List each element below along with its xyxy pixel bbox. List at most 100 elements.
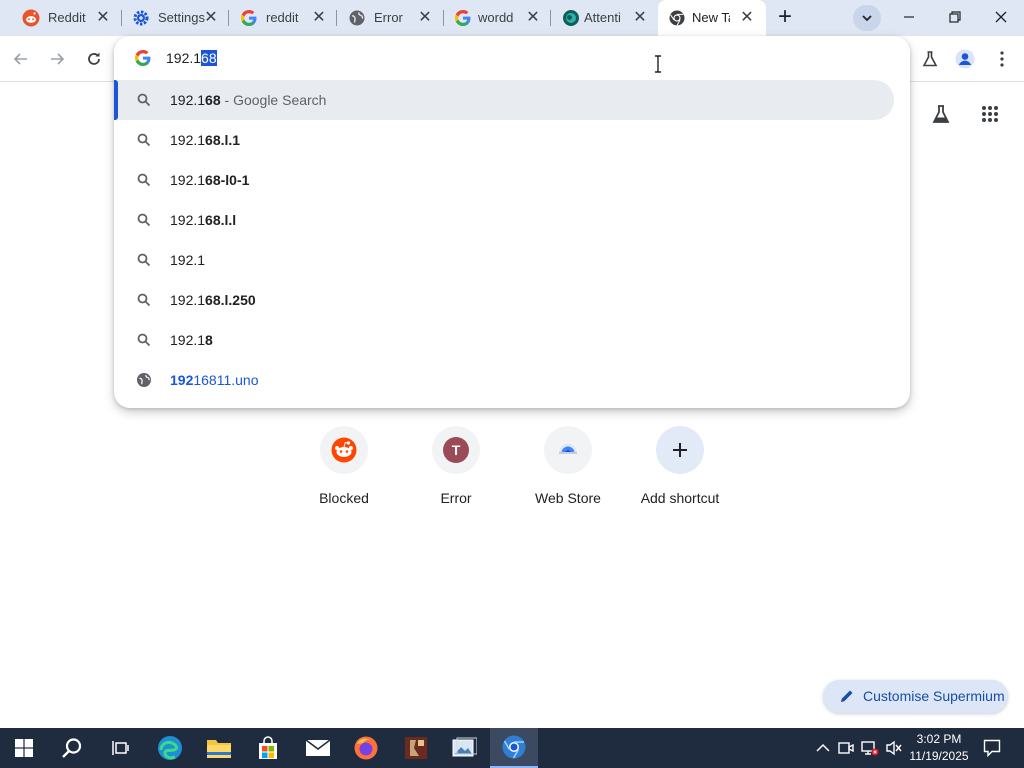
shortcut-error[interactable]: T Error (400, 426, 512, 516)
tray-meet-now[interactable] (836, 738, 856, 758)
start-button[interactable] (0, 728, 48, 768)
shortcut-icon-tile (320, 426, 368, 474)
suggestion-row[interactable]: 192.168 - Google Search (114, 80, 894, 120)
labs-button[interactable] (915, 44, 945, 74)
address-bar[interactable]: 192.168 (114, 36, 910, 80)
search-icon (62, 738, 82, 758)
notification-center-button[interactable] (982, 738, 1002, 758)
search-icon (137, 173, 151, 187)
taskbar-supermium[interactable] (490, 728, 538, 768)
tab-close-icon[interactable]: ✕ (738, 9, 756, 27)
attention-icon (563, 10, 579, 26)
flask-icon (932, 105, 950, 123)
arrow-right-icon (51, 53, 65, 65)
close-window-button[interactable] (978, 0, 1024, 34)
flask-icon (922, 51, 938, 67)
tray-network[interactable] (860, 738, 880, 758)
omnibox-dropdown: 192.168 192.168 - Google Search 192.168.… (114, 36, 910, 408)
taskbar-app-photos[interactable] (440, 728, 488, 768)
plus-icon (673, 443, 687, 457)
forward-button[interactable] (42, 44, 72, 74)
arrow-left-icon (13, 53, 27, 65)
customise-button[interactable]: Customise Supermium (823, 680, 1008, 713)
url-rest: 16811.uno (193, 372, 259, 388)
taskbar-firefox[interactable] (342, 728, 390, 768)
taskbar-store[interactable] (244, 728, 292, 768)
network-icon (861, 741, 879, 756)
video-icon (838, 742, 854, 754)
address-bar-text[interactable]: 192.168 (166, 49, 217, 67)
tab-new-tab[interactable]: New Ta ✕ (658, 0, 766, 36)
tab-title: wordd (478, 10, 514, 25)
google-apps-button[interactable] (976, 100, 1004, 128)
menu-button[interactable] (987, 44, 1017, 74)
clock-date: 11/19/2025 (909, 749, 969, 763)
tray-volume[interactable] (884, 738, 904, 758)
shortcut-icon-tile (544, 426, 592, 474)
suggestion-prefix: 192.1 (170, 132, 206, 148)
suggestion-row[interactable]: 192.18 (114, 320, 910, 360)
notification-icon (983, 739, 1001, 757)
labs-page-button[interactable] (927, 100, 955, 128)
google-icon (135, 50, 151, 66)
shortcut-label: Add shortcut (640, 490, 720, 506)
suggestion-text: 192.168 - Google Search (170, 91, 326, 109)
taskbar-mail[interactable] (294, 728, 342, 768)
suggestion-row[interactable]: 192.168.l.l (114, 200, 910, 240)
suggestion-row[interactable]: 192.1 (114, 240, 910, 280)
reload-button[interactable] (79, 44, 109, 74)
search-icon (137, 293, 151, 307)
tab-close-icon[interactable]: ✕ (631, 9, 649, 27)
tab-title: Attenti (584, 10, 621, 25)
taskbar-clock[interactable]: 3:02 PM 11/19/2025 (904, 731, 974, 765)
reddit-icon (331, 437, 357, 463)
google-icon (241, 10, 257, 26)
chevron-up-icon (816, 743, 830, 752)
suggestion-prefix: 192.1 (170, 252, 206, 268)
tab-title: New Ta (692, 10, 730, 25)
tab-wordd[interactable]: wordd ✕ (432, 0, 550, 36)
tab-error[interactable]: Error ✕ (326, 0, 444, 36)
suggestion-prefix: 192.1 (170, 92, 206, 108)
folder-icon (207, 740, 231, 758)
reload-icon (88, 52, 100, 65)
tab-settings[interactable]: Settings ✕ (110, 0, 230, 36)
tab-title: reddit (266, 10, 299, 25)
suggestion-prefix: 192.1 (170, 212, 206, 228)
minimize-button[interactable] (886, 0, 932, 34)
suggestion-row[interactable]: 192.168-l0-1 (114, 160, 910, 200)
task-view-button[interactable] (96, 728, 144, 768)
mail-icon (305, 739, 331, 756)
taskbar-search-button[interactable] (48, 728, 96, 768)
supermium-icon (502, 735, 526, 759)
taskbar-edge[interactable] (146, 728, 194, 768)
suggestion-row[interactable]: 192.168.l.1 (114, 120, 910, 160)
suggestion-prefix: 192.1 (170, 332, 206, 348)
tab-search-button[interactable] (853, 5, 881, 31)
add-shortcut-button[interactable]: Add shortcut (624, 426, 736, 516)
tab-reddit-search[interactable]: reddit ✕ (218, 0, 336, 36)
new-tab-button[interactable]: + (772, 5, 798, 31)
taskbar: 3:02 PM 11/19/2025 (0, 728, 1024, 768)
taskbar-file-explorer[interactable] (195, 728, 243, 768)
restore-button[interactable] (932, 0, 978, 34)
taskbar-app-game[interactable] (392, 728, 440, 768)
firefox-icon (354, 736, 378, 760)
shortcut-icon-tile: T (432, 426, 480, 474)
tray-overflow-button[interactable] (813, 738, 833, 758)
tab-title: Settings (158, 10, 205, 25)
back-button[interactable] (6, 44, 36, 74)
autocomplete-selection: 68 (201, 50, 217, 66)
suggestion-row[interactable]: 192.168.l.250 (114, 280, 910, 320)
tab-attention[interactable]: Attenti ✕ (540, 0, 658, 36)
suggestion-text: 192.168-l0-1 (170, 171, 249, 189)
suggestion-row-url[interactable]: 19216811.uno (114, 360, 910, 400)
shortcut-web-store[interactable]: Web Store (512, 426, 624, 516)
suggestion-match: 8 (205, 332, 213, 348)
game-app-icon (405, 737, 427, 759)
edge-icon (158, 736, 182, 760)
tab-reddit[interactable]: Reddit ✕ (0, 0, 122, 36)
shortcut-blocked[interactable]: Blocked (288, 426, 400, 516)
chrome-icon (669, 10, 685, 26)
profile-button[interactable] (950, 44, 980, 74)
